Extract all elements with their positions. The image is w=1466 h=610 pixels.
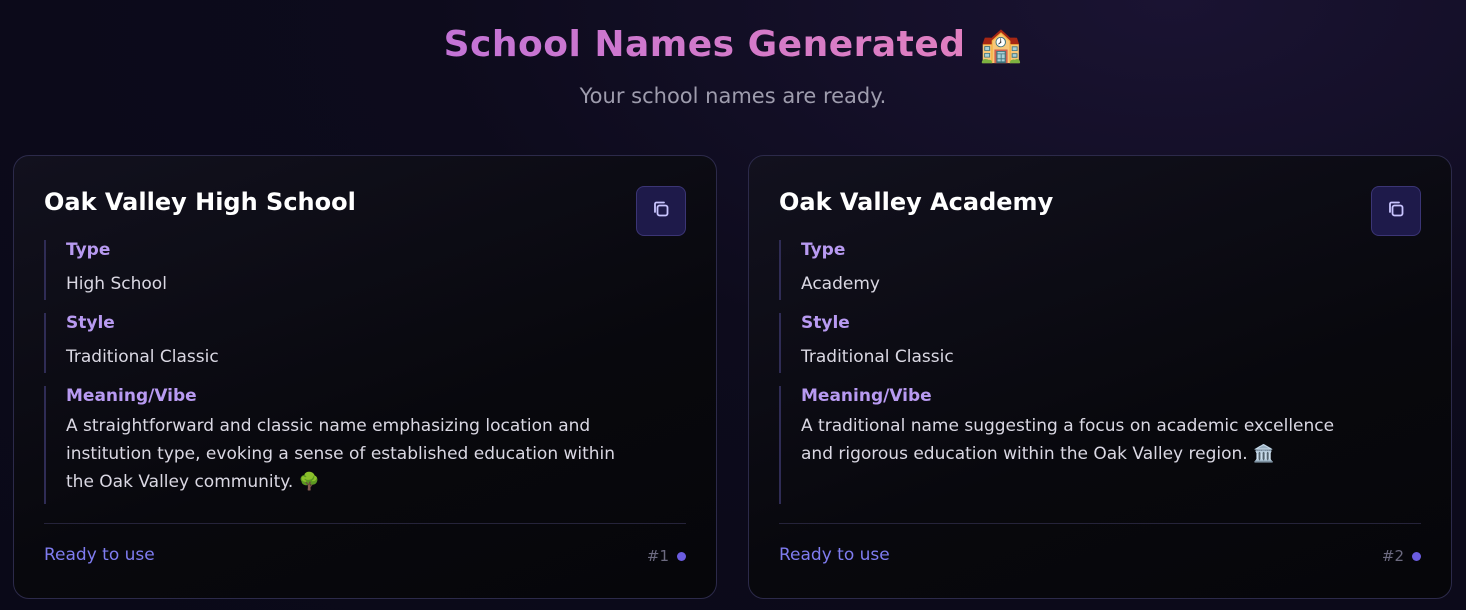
page-title-text: School Names Generated bbox=[443, 24, 966, 65]
card-divider bbox=[44, 523, 686, 524]
copy-icon bbox=[651, 199, 671, 223]
meaning-label: Meaning/Vibe bbox=[801, 386, 932, 406]
type-label: Type bbox=[66, 240, 111, 260]
rank-number: #1 bbox=[646, 547, 669, 565]
copy-button[interactable] bbox=[1371, 186, 1421, 236]
rank-badge: #1 bbox=[647, 547, 686, 565]
style-label: Style bbox=[66, 313, 115, 333]
type-value: Academy bbox=[801, 274, 880, 294]
status-dot-icon bbox=[1412, 551, 1421, 561]
rank-number: #2 bbox=[1381, 547, 1404, 565]
meaning-field: Meaning/Vibe A traditional name suggesti… bbox=[779, 386, 1369, 504]
style-value: Traditional Classic bbox=[801, 347, 954, 367]
card-divider bbox=[779, 523, 1421, 524]
copy-button[interactable] bbox=[636, 186, 686, 236]
style-field: Style Traditional Classic bbox=[44, 313, 219, 373]
school-name: Oak Valley High School bbox=[44, 188, 356, 216]
status-text: Ready to use bbox=[779, 545, 890, 565]
meaning-value: A traditional name suggesting a focus on… bbox=[801, 416, 1335, 464]
style-value: Traditional Classic bbox=[66, 347, 219, 367]
status-dot-icon bbox=[677, 551, 686, 561]
style-label: Style bbox=[801, 313, 850, 333]
rank-badge: #2 bbox=[1382, 547, 1421, 565]
page-subtitle: Your school names are ready. bbox=[579, 84, 887, 108]
type-field: Type High School bbox=[44, 240, 167, 300]
type-field: Type Academy bbox=[779, 240, 880, 300]
page-title: School Names Generated 🏫 bbox=[0, 24, 1466, 65]
school-name-card: Oak Valley Academy Type Academy Style Tr… bbox=[748, 155, 1452, 599]
school-name-card: Oak Valley High School Type High School … bbox=[13, 155, 717, 599]
status-text: Ready to use bbox=[44, 545, 155, 565]
type-value: High School bbox=[66, 274, 167, 294]
meaning-label: Meaning/Vibe bbox=[66, 386, 197, 406]
copy-icon bbox=[1386, 199, 1406, 223]
type-label: Type bbox=[801, 240, 846, 260]
school-name: Oak Valley Academy bbox=[779, 188, 1054, 216]
meaning-field: Meaning/Vibe A straightforward and class… bbox=[44, 386, 634, 504]
school-emoji-icon: 🏫 bbox=[979, 24, 1023, 65]
style-field: Style Traditional Classic bbox=[779, 313, 954, 373]
meaning-value: A straightforward and classic name empha… bbox=[66, 416, 616, 492]
